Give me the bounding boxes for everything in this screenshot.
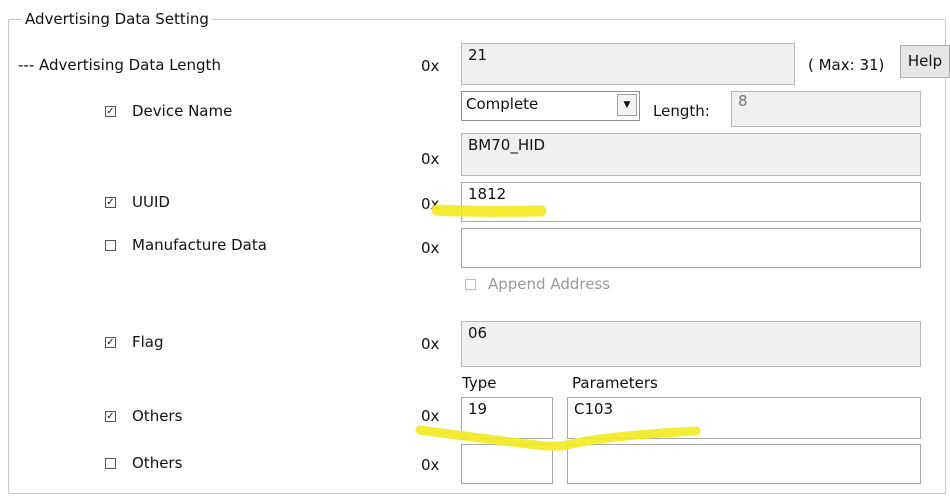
highlighter-annotations xyxy=(415,204,701,451)
uuid-highlight-stroke xyxy=(431,204,547,217)
others-highlight-stroke xyxy=(415,425,701,451)
